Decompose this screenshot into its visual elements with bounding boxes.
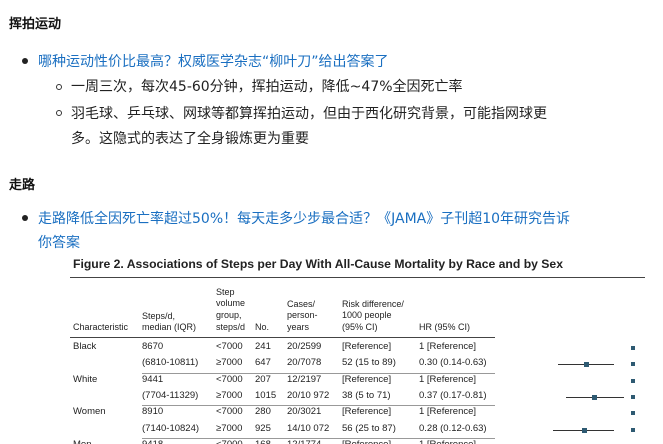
header-risk-2: 1000 people — [342, 310, 392, 320]
section-heading-walking: 走路 — [9, 178, 36, 193]
header-risk-3: (95% CI) — [342, 322, 378, 332]
table-cell-risk: [Reference] — [342, 341, 392, 352]
table-cell-risk: 38 (5 to 71) — [342, 389, 391, 401]
table-cell-group: <7000 — [216, 439, 243, 444]
table-cell-cases: 20/7078 — [287, 357, 322, 369]
table-cell-risk: [Reference] — [342, 406, 392, 418]
figure-title: Figure 2. Associations of Steps per Day … — [73, 257, 563, 271]
plot-edge-marker — [631, 378, 635, 383]
table-cell-no: 241 — [255, 341, 271, 352]
list-bullet — [22, 58, 28, 64]
table-cell-risk: [Reference] — [342, 373, 392, 385]
header-group-1: Step — [216, 287, 235, 297]
plot-edge-marker — [631, 394, 635, 399]
header-risk-1: Risk difference/ — [342, 299, 404, 309]
sub-bullet — [56, 84, 62, 90]
header-group-2: volume — [216, 298, 246, 308]
table-cell-hr: 1 [Reference] — [419, 341, 477, 352]
table-cell-cases: 20/3021 — [287, 406, 322, 418]
header-cases-1: Cases/ — [287, 299, 316, 309]
header-median-2: median (IQR) — [142, 322, 197, 332]
table-cell-median: 9418 — [142, 439, 163, 444]
table-cell-group: <7000 — [216, 341, 243, 352]
table-cell-characteristic: Black — [73, 341, 97, 352]
table-cell-cases: 20/2599 — [287, 341, 322, 352]
plot-edge-marker — [631, 427, 635, 432]
table-cell-characteristic: White — [73, 373, 98, 385]
header-cases-2: person- — [287, 310, 318, 320]
table-cell-cases: 20/10 972 — [287, 389, 330, 401]
table-cell-risk: 56 (25 to 87) — [342, 422, 396, 434]
article-link-walking[interactable]: 走路降低全因死亡率超过50%！每天走多少步最合适？《JAMA》子刊超10年研究告… — [38, 208, 570, 228]
header-group-4: steps/d — [216, 322, 246, 332]
table-cell-cases: 12/2197 — [287, 373, 322, 385]
header-cases-3: years — [287, 322, 310, 332]
table-cell-hr: 1 [Reference] — [419, 373, 477, 385]
plot-edge-marker — [631, 346, 635, 350]
table-cell-median: (6810-10811) — [142, 357, 199, 369]
figure-image: Figure 2. Associations of Steps per Day … — [70, 255, 650, 444]
table-cell-group: ≥7000 — [216, 389, 243, 401]
header-no: No. — [255, 322, 270, 332]
table-cell-group: <7000 — [216, 373, 243, 385]
plot-edge-marker — [631, 362, 635, 367]
table-cell-no: 1015 — [255, 389, 277, 401]
title-rule — [70, 277, 645, 278]
plot-edge-marker — [631, 411, 635, 416]
header-hr: HR (95% CI) — [419, 322, 471, 332]
table-cell-median: 8670 — [142, 341, 164, 352]
header-group-3: group, — [216, 310, 242, 320]
header-characteristic: Characteristic — [73, 322, 129, 332]
forest-point — [581, 427, 587, 433]
table-cell-risk: [Reference] — [342, 439, 391, 444]
table-cell-no: 647 — [255, 357, 271, 369]
table-cell-characteristic: Men — [73, 439, 91, 444]
table-cell-risk: 52 (15 to 89) — [342, 357, 396, 369]
table-cell-group: ≥7000 — [216, 357, 243, 369]
table-cell-no: 168 — [255, 439, 271, 444]
table-cell-median: 8910 — [142, 406, 164, 418]
article-link-racket[interactable]: 哪种运动性价比最高？权威医学杂志“柳叶刀”给出答案了 — [38, 51, 389, 71]
table-cell-characteristic: Women — [73, 406, 106, 418]
table-cell-hr: 1 [Reference] — [419, 406, 477, 418]
article-link-walking-cont[interactable]: 你答案 — [38, 232, 80, 252]
section-heading-racket: 挥拍运动 — [9, 17, 62, 32]
header-rule — [70, 337, 495, 338]
forest-point — [584, 362, 590, 368]
table-cell-hr: 0.30 (0.14-0.63) — [419, 357, 487, 369]
table-cell-no: 925 — [255, 422, 271, 434]
sub-bullet — [56, 110, 62, 116]
list-bullet — [22, 215, 28, 221]
header-median-1: Steps/d, — [142, 311, 176, 321]
subitem-text-cont: 多。这隐式的表达了全身锻炼更为重要 — [71, 131, 309, 147]
table-cell-group: ≥7000 — [216, 422, 243, 434]
subitem-text: 羽毛球、乒乓球、网球等都算挥拍运动，但由于西化研究背景，可能指网球更 — [71, 106, 547, 122]
table-cell-median: 9441 — [142, 373, 164, 385]
table-cell-no: 207 — [255, 373, 271, 385]
forest-point — [591, 394, 597, 400]
table-cell-cases: 12/1774 — [287, 439, 321, 444]
table-cell-hr: 1 [Reference] — [419, 439, 476, 444]
table-cell-median: (7704-11329) — [142, 389, 199, 401]
table-cell-no: 280 — [255, 406, 271, 418]
table-cell-median: (7140-10824) — [142, 422, 200, 434]
subitem-text: 一周三次，每次45-60分钟，挥拍运动，降低~47%全因死亡率 — [71, 79, 463, 95]
table-cell-group: <7000 — [216, 406, 243, 418]
table-cell-hr: 0.28 (0.12-0.63) — [419, 422, 487, 434]
table-cell-hr: 0.37 (0.17-0.81) — [419, 389, 487, 401]
table-cell-cases: 14/10 072 — [287, 422, 330, 434]
